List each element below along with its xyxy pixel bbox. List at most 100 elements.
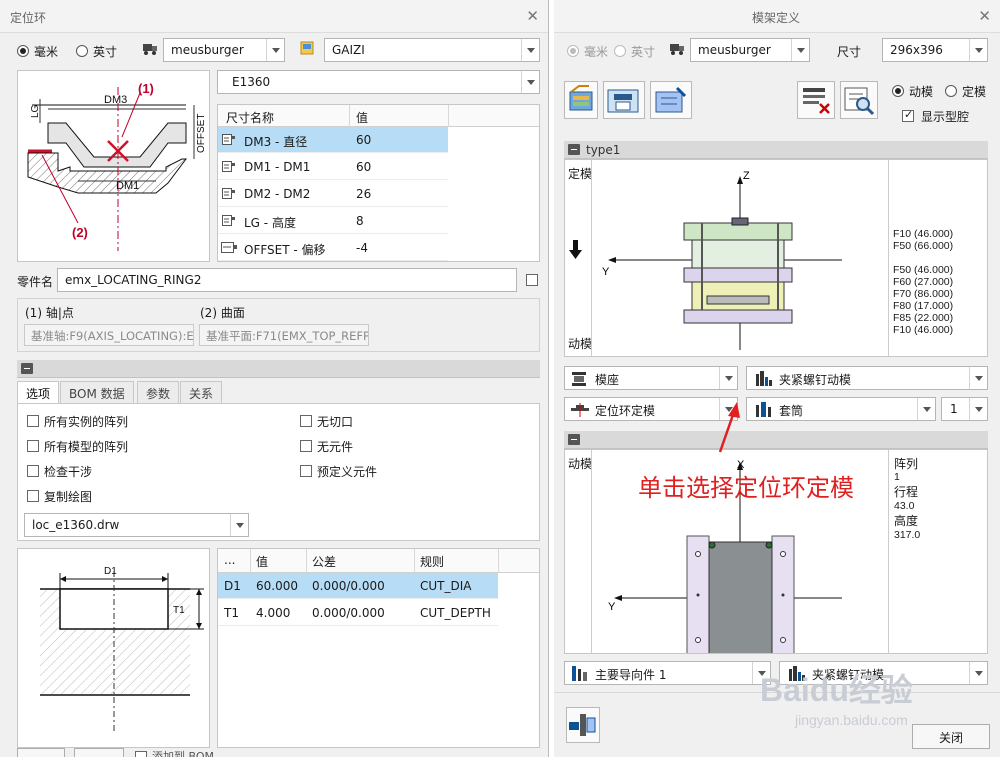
copy-drawing-checkbox[interactable] <box>27 490 39 502</box>
no-component-checkbox[interactable] <box>300 440 312 452</box>
truck-icon <box>670 44 684 55</box>
fixed-half-radio[interactable] <box>945 85 957 97</box>
moving-half-radio[interactable] <box>892 85 904 97</box>
cut-t1-label: T1 <box>173 605 185 616</box>
diagram-lg-label: LG <box>30 104 41 118</box>
col-dim-name: 尺寸名称 <box>226 111 275 125</box>
supplier-value: meusburger <box>171 43 244 57</box>
unit-inch-radio[interactable] <box>614 45 626 57</box>
collapse-icon[interactable] <box>21 363 33 374</box>
load-mold-base-button[interactable] <box>564 81 598 119</box>
part-name-checkbox[interactable] <box>526 274 538 286</box>
size-select[interactable]: 296x396 <box>882 38 988 62</box>
table-row[interactable]: LG - 高度 8 <box>218 208 448 234</box>
guide-section-header[interactable] <box>564 431 988 449</box>
dialog-title: 定位环 <box>10 11 47 25</box>
fixed-side-label: 定模 <box>568 167 593 181</box>
close-button[interactable]: 关闭 <box>912 724 990 749</box>
project-select[interactable]: GAIZI <box>324 38 540 62</box>
watermark-logo: Baidu经验 <box>760 672 913 708</box>
edit-icon <box>655 86 687 113</box>
magnifier-icon <box>844 87 875 116</box>
save-icon <box>607 89 639 113</box>
cut-table-header: ... 值 公差 规则 <box>218 549 539 573</box>
dimension-icon <box>222 215 235 226</box>
supplier-select[interactable]: meusburger <box>163 38 285 62</box>
part-name-input[interactable]: emx_LOCATING_RING2 <box>57 268 517 292</box>
info-pattern-label: 阵列 <box>894 457 919 471</box>
unit-mm-radio[interactable] <box>17 45 29 57</box>
catalog-select[interactable]: E1360 <box>217 70 540 94</box>
bottom-button-2[interactable] <box>74 748 124 757</box>
predefined-component-checkbox[interactable] <box>300 465 312 477</box>
delete-component-button[interactable] <box>797 81 835 119</box>
clamp-screw-select[interactable]: 夹紧螺钉动模 <box>746 366 988 390</box>
ref1-axis-field[interactable]: 基准轴:F9(AXIS_LOCATING):E <box>24 324 194 346</box>
screw-icon <box>756 371 772 386</box>
pattern-all-models-label: 所有模型的阵列 <box>44 440 129 454</box>
check-interference-checkbox[interactable] <box>27 465 39 477</box>
mold-base-plate-value: 模座 <box>595 373 620 387</box>
close-icon[interactable]: ✕ <box>978 7 991 25</box>
tab-relations[interactable]: 关系 <box>180 381 223 403</box>
table-row[interactable]: T1 4.000 0.000/0.000 CUT_DEPTH <box>218 600 498 626</box>
table-row[interactable]: D1 60.000 0.000/0.000 CUT_DIA <box>218 573 498 599</box>
cut-diagram: D1 T1 <box>17 548 210 748</box>
project-value: GAIZI <box>332 43 365 57</box>
dimension-icon <box>222 188 235 199</box>
add-to-bom-label: 添加到 BOM <box>152 750 214 757</box>
delete-icon <box>803 88 830 114</box>
table-row[interactable]: OFFSET - 偏移 -4 <box>218 235 448 261</box>
collapse-icon[interactable] <box>568 434 580 445</box>
guide-value: 主要导向件 1 <box>595 668 667 682</box>
sleeve-select[interactable]: 套筒 <box>746 397 936 421</box>
unit-inch-radio[interactable] <box>76 45 88 57</box>
table-row[interactable]: DM1 - DM1 60 <box>218 154 448 180</box>
diagram-callout-2: (2) <box>72 225 88 240</box>
pattern-all-models-checkbox[interactable] <box>27 440 39 452</box>
mold-base-plate-select[interactable]: 模座 <box>564 366 738 390</box>
add-to-bom-checkbox[interactable] <box>135 751 147 757</box>
type1-section-header[interactable]: type1 <box>564 141 988 159</box>
cut-d1-label: D1 <box>104 566 117 577</box>
save-mold-base-button[interactable] <box>603 81 645 119</box>
annotation-text: 单击选择定位环定模 <box>638 474 854 502</box>
collapse-icon[interactable] <box>568 144 580 155</box>
locating-ring-icon <box>571 403 589 417</box>
size-value: 296x396 <box>890 43 943 57</box>
quantity-select[interactable]: 1 <box>941 397 988 421</box>
unit-mm-label: 毫米 <box>34 45 59 59</box>
tab-parameters[interactable]: 参数 <box>137 381 180 403</box>
plate-label-7: F85 (22.000) <box>893 312 954 324</box>
part-name-value: emx_LOCATING_RING2 <box>65 273 202 287</box>
edit-mold-base-button[interactable] <box>650 81 692 119</box>
unit-mm-radio[interactable] <box>567 45 579 57</box>
sleeve-icon <box>756 402 771 417</box>
fixed-half-label: 定模 <box>962 85 987 99</box>
show-cavity-checkbox[interactable] <box>902 108 914 122</box>
show-cavity-label: 显示型腔 <box>921 110 970 124</box>
supplier-select[interactable]: meusburger <box>690 38 810 62</box>
component-info-button[interactable] <box>566 707 600 743</box>
drawing-select[interactable]: loc_e1360.drw <box>24 513 249 537</box>
table-row[interactable]: DM2 - DM2 26 <box>218 181 448 207</box>
dialog-titlebar: 模架定义 ✕ <box>554 0 1000 33</box>
supplier-value: meusburger <box>698 43 771 57</box>
dimension-table-header: 尺寸名称 值 <box>218 105 539 127</box>
offset-icon <box>221 242 237 253</box>
pattern-all-instances-checkbox[interactable] <box>27 415 39 427</box>
ref2-surface-field[interactable]: 基准平面:F71(EMX_TOP_REFP <box>199 324 369 346</box>
dimension-icon <box>222 161 235 172</box>
close-icon[interactable]: ✕ <box>526 7 539 25</box>
table-row[interactable]: DM3 - 直径 60 <box>218 127 448 153</box>
bottom-button-1[interactable] <box>17 748 65 757</box>
no-cut-checkbox[interactable] <box>300 415 312 427</box>
tab-options[interactable]: 选项 <box>17 381 60 404</box>
guide-select[interactable]: 主要导向件 1 <box>564 661 771 685</box>
moving-side-label: 动模 <box>568 337 593 351</box>
options-section-header[interactable] <box>17 360 540 378</box>
tab-bom-data[interactable]: BOM 数据 <box>60 381 134 403</box>
info-stroke-label: 行程 <box>894 485 919 499</box>
inspect-button[interactable] <box>840 81 878 119</box>
arrow-down-icon[interactable] <box>569 240 583 260</box>
